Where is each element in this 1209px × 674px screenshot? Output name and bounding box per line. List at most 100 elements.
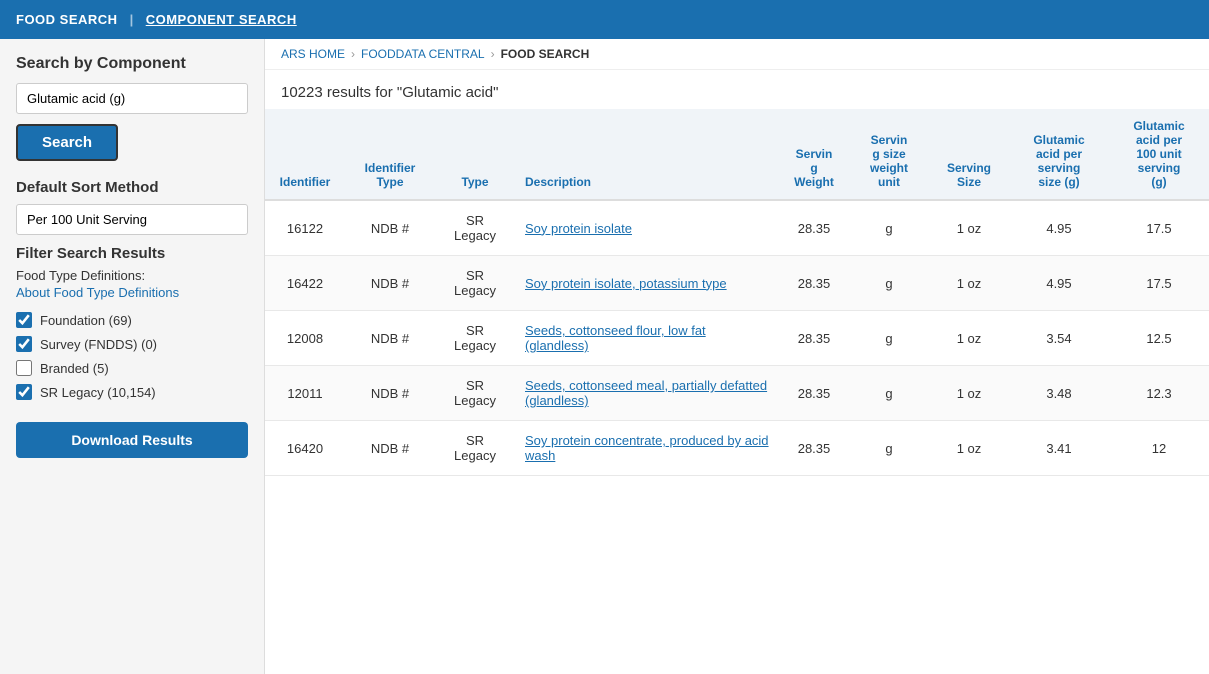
cell-ga-per-100: 12.5	[1109, 311, 1209, 366]
cell-serving-size: 1 oz	[929, 366, 1009, 421]
cell-ga-per-100: 17.5	[1109, 200, 1209, 256]
sort-method-input[interactable]	[16, 204, 248, 235]
cell-description: Soy protein isolate, potassium type	[515, 256, 779, 311]
col-header-serving-weight[interactable]: ServingWeight	[779, 109, 849, 200]
cell-identifier: 16420	[265, 421, 345, 476]
cell-id-type: NDB #	[345, 311, 435, 366]
breadcrumb-sep-2: ›	[491, 47, 495, 61]
cell-ga-per-ss: 4.95	[1009, 200, 1109, 256]
food-type-definitions-link[interactable]: About Food Type Definitions	[16, 285, 248, 300]
cell-type: SR Legacy	[435, 200, 515, 256]
col-header-type[interactable]: Type	[435, 109, 515, 200]
sr-legacy-checkbox-item: SR Legacy (10,154)	[16, 384, 248, 400]
search-input[interactable]	[16, 83, 248, 114]
breadcrumb-sep-1: ›	[351, 47, 355, 61]
cell-id-type: NDB #	[345, 200, 435, 256]
sr-legacy-label: SR Legacy (10,154)	[40, 385, 156, 400]
cell-ga-per-100: 12.3	[1109, 366, 1209, 421]
breadcrumb-ars-home[interactable]: ARS HOME	[281, 47, 345, 61]
cell-ga-per-ss: 3.48	[1009, 366, 1109, 421]
cell-serving-size: 1 oz	[929, 200, 1009, 256]
cell-ssw-unit: g	[849, 366, 929, 421]
download-results-button[interactable]: Download Results	[16, 422, 248, 458]
description-link[interactable]: Soy protein isolate, potassium type	[525, 276, 727, 291]
cell-ssw-unit: g	[849, 256, 929, 311]
main-content: ARS HOME › FOODDATA CENTRAL › FOOD SEARC…	[265, 39, 1209, 674]
cell-description: Soy protein isolate	[515, 200, 779, 256]
cell-identifier: 16422	[265, 256, 345, 311]
branded-checkbox[interactable]	[16, 360, 32, 376]
cell-serving-size: 1 oz	[929, 421, 1009, 476]
col-header-serving-size[interactable]: Serving Size	[929, 109, 1009, 200]
survey-label: Survey (FNDDS) (0)	[40, 337, 157, 352]
food-search-nav-label: FOOD SEARCH	[16, 12, 118, 27]
description-link[interactable]: Soy protein isolate	[525, 221, 632, 236]
table-row: 16420 NDB # SR Legacy Soy protein concen…	[265, 421, 1209, 476]
description-link[interactable]: Seeds, cottonseed flour, low fat (glandl…	[525, 323, 706, 353]
sidebar: Search by Component Search Default Sort …	[0, 39, 265, 674]
breadcrumb-food-search: FOOD SEARCH	[501, 47, 590, 61]
cell-type: SR Legacy	[435, 311, 515, 366]
col-header-ga-per-ss[interactable]: Glutamicacid perservingsize (g)	[1009, 109, 1109, 200]
col-header-identifier[interactable]: Identifier	[265, 109, 345, 200]
results-summary: 10223 results for "Glutamic acid"	[265, 70, 1209, 109]
table-row: 12008 NDB # SR Legacy Seeds, cottonseed …	[265, 311, 1209, 366]
cell-description: Seeds, cottonseed meal, partially defatt…	[515, 366, 779, 421]
cell-type: SR Legacy	[435, 256, 515, 311]
search-by-component-title: Search by Component	[16, 55, 248, 73]
cell-identifier: 16122	[265, 200, 345, 256]
cell-identifier: 12008	[265, 311, 345, 366]
cell-ga-per-ss: 4.95	[1009, 256, 1109, 311]
branded-label: Branded (5)	[40, 361, 109, 376]
col-header-ga-per-100[interactable]: Glutamicacid per100 unitserving(g)	[1109, 109, 1209, 200]
cell-id-type: NDB #	[345, 256, 435, 311]
cell-ga-per-100: 17.5	[1109, 256, 1209, 311]
foundation-checkbox-item: Foundation (69)	[16, 312, 248, 328]
cell-ssw-unit: g	[849, 311, 929, 366]
search-button[interactable]: Search	[16, 124, 118, 161]
col-header-id-type[interactable]: IdentifierType	[345, 109, 435, 200]
survey-checkbox[interactable]	[16, 336, 32, 352]
cell-description: Seeds, cottonseed flour, low fat (glandl…	[515, 311, 779, 366]
cell-ga-per-ss: 3.41	[1009, 421, 1109, 476]
table-row: 16122 NDB # SR Legacy Soy protein isolat…	[265, 200, 1209, 256]
nav-separator: |	[130, 12, 134, 27]
table-row: 16422 NDB # SR Legacy Soy protein isolat…	[265, 256, 1209, 311]
breadcrumb: ARS HOME › FOODDATA CENTRAL › FOOD SEARC…	[265, 39, 1209, 70]
cell-serving-weight: 28.35	[779, 200, 849, 256]
foundation-checkbox[interactable]	[16, 312, 32, 328]
cell-identifier: 12011	[265, 366, 345, 421]
cell-serving-weight: 28.35	[779, 366, 849, 421]
cell-type: SR Legacy	[435, 421, 515, 476]
cell-ssw-unit: g	[849, 421, 929, 476]
component-search-nav-label: COMPONENT SEARCH	[146, 12, 297, 27]
cell-id-type: NDB #	[345, 366, 435, 421]
cell-ga-per-100: 12	[1109, 421, 1209, 476]
default-sort-title: Default Sort Method	[16, 179, 248, 196]
cell-serving-size: 1 oz	[929, 256, 1009, 311]
breadcrumb-fooddata-central[interactable]: FOODDATA CENTRAL	[361, 47, 485, 61]
branded-checkbox-item: Branded (5)	[16, 360, 248, 376]
col-header-description[interactable]: Description	[515, 109, 779, 200]
table-row: 12011 NDB # SR Legacy Seeds, cottonseed …	[265, 366, 1209, 421]
cell-type: SR Legacy	[435, 366, 515, 421]
results-table: Identifier IdentifierType Type Descripti…	[265, 109, 1209, 476]
col-header-ssw-unit[interactable]: Serving sizeweightunit	[849, 109, 929, 200]
cell-id-type: NDB #	[345, 421, 435, 476]
description-link[interactable]: Soy protein concentrate, produced by aci…	[525, 433, 769, 463]
foundation-label: Foundation (69)	[40, 313, 132, 328]
food-type-label: Food Type Definitions:	[16, 268, 248, 283]
cell-serving-weight: 28.35	[779, 311, 849, 366]
description-link[interactable]: Seeds, cottonseed meal, partially defatt…	[525, 378, 767, 408]
cell-serving-size: 1 oz	[929, 311, 1009, 366]
table-header-row: Identifier IdentifierType Type Descripti…	[265, 109, 1209, 200]
cell-serving-weight: 28.35	[779, 421, 849, 476]
survey-checkbox-item: Survey (FNDDS) (0)	[16, 336, 248, 352]
cell-ssw-unit: g	[849, 200, 929, 256]
top-navigation: FOOD SEARCH | COMPONENT SEARCH	[0, 0, 1209, 39]
cell-ga-per-ss: 3.54	[1009, 311, 1109, 366]
cell-description: Soy protein concentrate, produced by aci…	[515, 421, 779, 476]
sr-legacy-checkbox[interactable]	[16, 384, 32, 400]
filter-search-title: Filter Search Results	[16, 245, 248, 262]
cell-serving-weight: 28.35	[779, 256, 849, 311]
